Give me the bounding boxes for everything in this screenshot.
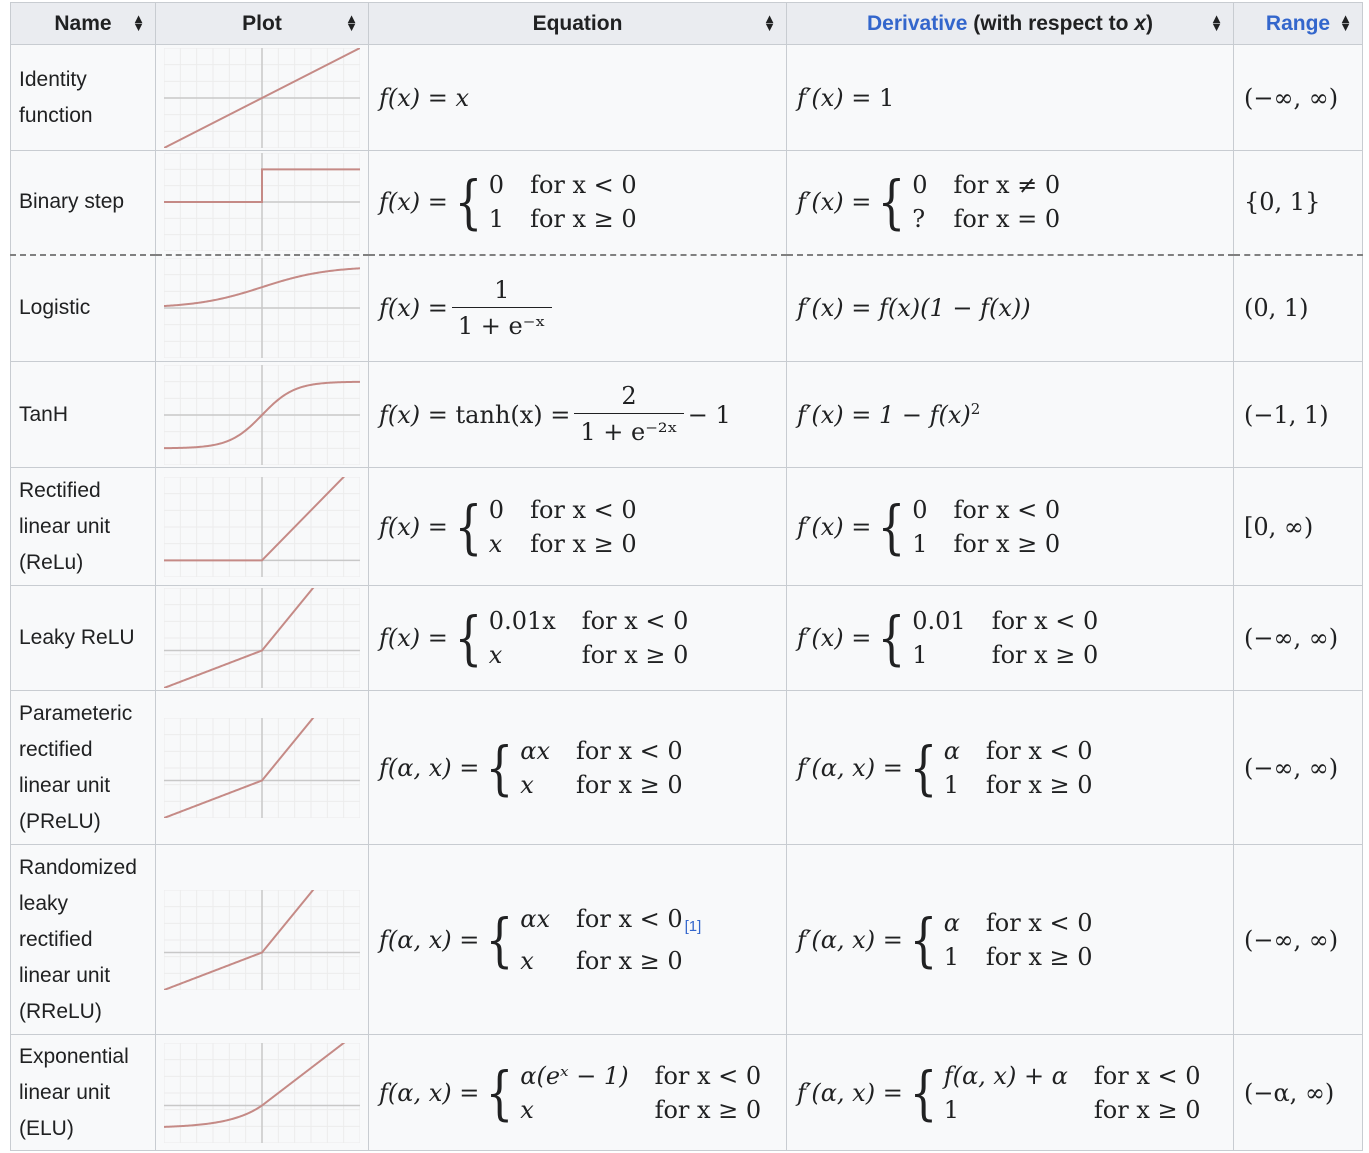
cell-plot bbox=[155, 150, 369, 256]
brace-icon: { bbox=[485, 905, 514, 974]
plot-binary-step bbox=[164, 153, 360, 252]
brace-icon: { bbox=[909, 905, 938, 974]
cell-derivative: f′(x) ={ 0.01 for x < 0 1 for x ≥ 0 bbox=[786, 585, 1234, 691]
cell-name: Exponential linear unit (ELU) bbox=[10, 1034, 156, 1151]
plot-tanh bbox=[164, 364, 360, 465]
plot-leaky-relu bbox=[164, 588, 360, 688]
brace-icon: { bbox=[909, 1058, 938, 1127]
citation-link[interactable]: [1] bbox=[685, 918, 702, 935]
sort-icon[interactable]: ▲ ▼ bbox=[1210, 12, 1223, 33]
table-row-elu: Exponential linear unit (ELU) f(α, x) ={… bbox=[10, 1034, 1363, 1151]
column-header-plot[interactable]: Plot ▲ ▼ bbox=[155, 2, 369, 45]
cell-range: (−α, ∞) bbox=[1233, 1034, 1363, 1151]
brace-icon: { bbox=[485, 1058, 514, 1127]
cell-plot bbox=[155, 254, 369, 362]
sort-icon[interactable]: ▲ ▼ bbox=[763, 12, 776, 33]
cell-plot bbox=[155, 1034, 369, 1151]
cell-derivative: f′(α, x) ={ α for x < 0 1 for x ≥ 0 bbox=[786, 844, 1234, 1035]
range-link[interactable]: Range bbox=[1266, 12, 1330, 35]
cell-name: Leaky ReLU bbox=[10, 585, 156, 691]
brace-icon: { bbox=[454, 604, 483, 672]
cell-derivative: f′(x) = 1 − f(x)2 bbox=[786, 361, 1234, 468]
cell-plot bbox=[155, 844, 369, 1035]
cell-equation: f(x) ={ 0 for x < 0 x for x ≥ 0 bbox=[368, 467, 787, 586]
brace-icon: { bbox=[877, 492, 906, 561]
cell-derivative: f′(x) ={ 0 for x < 0 1 for x ≥ 0 bbox=[786, 467, 1234, 586]
cell-range: (−1, 1) bbox=[1233, 361, 1363, 468]
header-plot-label: Plot bbox=[242, 11, 282, 35]
column-header-range[interactable]: Range ▲ ▼ bbox=[1233, 2, 1363, 45]
table-row-binary-step: Binary step f(x) ={ 0 for x < 0 1 for x ≥ 0… bbox=[10, 150, 1363, 256]
cell-range: (0, 1) bbox=[1233, 254, 1363, 362]
plot-identity bbox=[164, 47, 360, 148]
brace-icon: { bbox=[909, 733, 938, 802]
column-header-name[interactable]: Name ▲ ▼ bbox=[10, 2, 156, 45]
cell-name: Randomized leaky rectified linear unit (… bbox=[10, 844, 156, 1035]
cell-name: Binary step bbox=[10, 150, 156, 256]
cell-plot bbox=[155, 690, 369, 845]
brace-icon: { bbox=[454, 492, 483, 561]
derivative-link[interactable]: Derivative bbox=[867, 12, 967, 35]
sort-icon[interactable]: ▲ ▼ bbox=[345, 12, 358, 33]
cell-derivative: f′(α, x) ={ f(α, x) + α for x < 0 1 for x ≥… bbox=[786, 1034, 1234, 1151]
header-derivative-var: x bbox=[1134, 11, 1146, 35]
header-equation-label: Equation bbox=[532, 11, 623, 35]
header-name-label: Name bbox=[54, 11, 112, 35]
activation-functions-table-wrapper: Name ▲ ▼ Plot ▲ ▼ Equation ▲ ▼ Derivative (… bbox=[10, 2, 1363, 1151]
cell-derivative: f′(x) = 1 bbox=[786, 44, 1234, 151]
table-row-relu: Rectified linear unit (ReLu) f(x) ={ 0 fo… bbox=[10, 467, 1363, 586]
cell-derivative: f′(x) ={ 0 for x ≠ 0? for x = 0 bbox=[786, 150, 1234, 256]
cell-equation: f(x) = tanh(x) = 2 1 + e⁻²ˣ − 1 bbox=[368, 361, 787, 468]
sort-icon[interactable]: ▲ ▼ bbox=[132, 12, 145, 33]
table-row-identity: Identity function f(x) = x f′(x) = 1 (−∞… bbox=[10, 44, 1363, 151]
cell-range: (−∞, ∞) bbox=[1233, 690, 1363, 845]
cell-name: Logistic bbox=[10, 254, 156, 362]
sort-icon[interactable]: ▲ ▼ bbox=[1339, 12, 1352, 33]
cell-name: Rectified linear unit (ReLu) bbox=[10, 467, 156, 586]
cell-plot bbox=[155, 361, 369, 468]
plot-prelu bbox=[164, 717, 360, 818]
cell-range: (−∞, ∞) bbox=[1233, 844, 1363, 1035]
table-row-rrelu: Randomized leaky rectified linear unit (… bbox=[10, 844, 1363, 1035]
cell-name: Identity function bbox=[10, 44, 156, 151]
plot-rrelu bbox=[164, 889, 360, 990]
table-row-leaky-relu: Leaky ReLU f(x) ={ 0.01x for x < 0 x for x … bbox=[10, 585, 1363, 691]
cell-range: (−∞, ∞) bbox=[1233, 585, 1363, 691]
cell-equation: f(x) ={ 0.01x for x < 0 x for x ≥ 0 bbox=[368, 585, 787, 691]
cell-equation: f(α, x) ={ α(eˣ − 1) for x < 0 x for x ≥ 0 bbox=[368, 1034, 787, 1151]
plot-relu bbox=[164, 476, 360, 577]
brace-icon: { bbox=[454, 168, 483, 237]
cell-derivative: f′(x) = f(x)(1 − f(x)) bbox=[786, 254, 1234, 362]
cell-equation: f(α, x) ={ αx for x < 0 [1] x for x ≥ 0 bbox=[368, 844, 787, 1035]
cell-plot bbox=[155, 467, 369, 586]
brace-icon: { bbox=[877, 604, 906, 672]
table-row-logistic: Logistic f(x) = 1 1 + e⁻ˣ f′(x) = f(x)(1 −… bbox=[10, 254, 1363, 362]
plot-elu bbox=[164, 1042, 360, 1143]
activation-functions-table: Name ▲ ▼ Plot ▲ ▼ Equation ▲ ▼ Derivative (… bbox=[10, 2, 1363, 1151]
header-derivative-rest: (with respect to bbox=[973, 11, 1129, 35]
header-derivative-close: ) bbox=[1145, 11, 1153, 35]
cell-plot bbox=[155, 585, 369, 691]
table-row-prelu: Parameteric rectified linear unit (PReLU… bbox=[10, 690, 1363, 845]
cell-range: (−∞, ∞) bbox=[1233, 44, 1363, 151]
brace-icon: { bbox=[877, 168, 906, 237]
cell-equation: f(x) = 1 1 + e⁻ˣ bbox=[368, 254, 787, 362]
column-header-equation[interactable]: Equation ▲ ▼ bbox=[368, 2, 787, 45]
cell-range: [0, ∞) bbox=[1233, 467, 1363, 586]
column-header-derivative[interactable]: Derivative (with respect to x) ▲ ▼ bbox=[786, 2, 1234, 45]
cell-equation: f(x) = x bbox=[368, 44, 787, 151]
brace-icon: { bbox=[485, 733, 514, 802]
cell-equation: f(α, x) ={ αx for x < 0 x for x ≥ 0 bbox=[368, 690, 787, 845]
cell-equation: f(x) ={ 0 for x < 0 1 for x ≥ 0 bbox=[368, 150, 787, 256]
table-row-tanh: TanH f(x) = tanh(x) = 2 1 + e⁻²ˣ − 1 f′(x) … bbox=[10, 361, 1363, 468]
cell-name: TanH bbox=[10, 361, 156, 468]
cell-range: {0, 1} bbox=[1233, 150, 1363, 256]
table-header-row: Name ▲ ▼ Plot ▲ ▼ Equation ▲ ▼ Derivative (… bbox=[10, 2, 1363, 45]
cell-plot bbox=[155, 44, 369, 151]
cell-name: Parameteric rectified linear unit (PReLU… bbox=[10, 690, 156, 845]
plot-logistic bbox=[164, 258, 360, 359]
cell-derivative: f′(α, x) ={ α for x < 0 1 for x ≥ 0 bbox=[786, 690, 1234, 845]
